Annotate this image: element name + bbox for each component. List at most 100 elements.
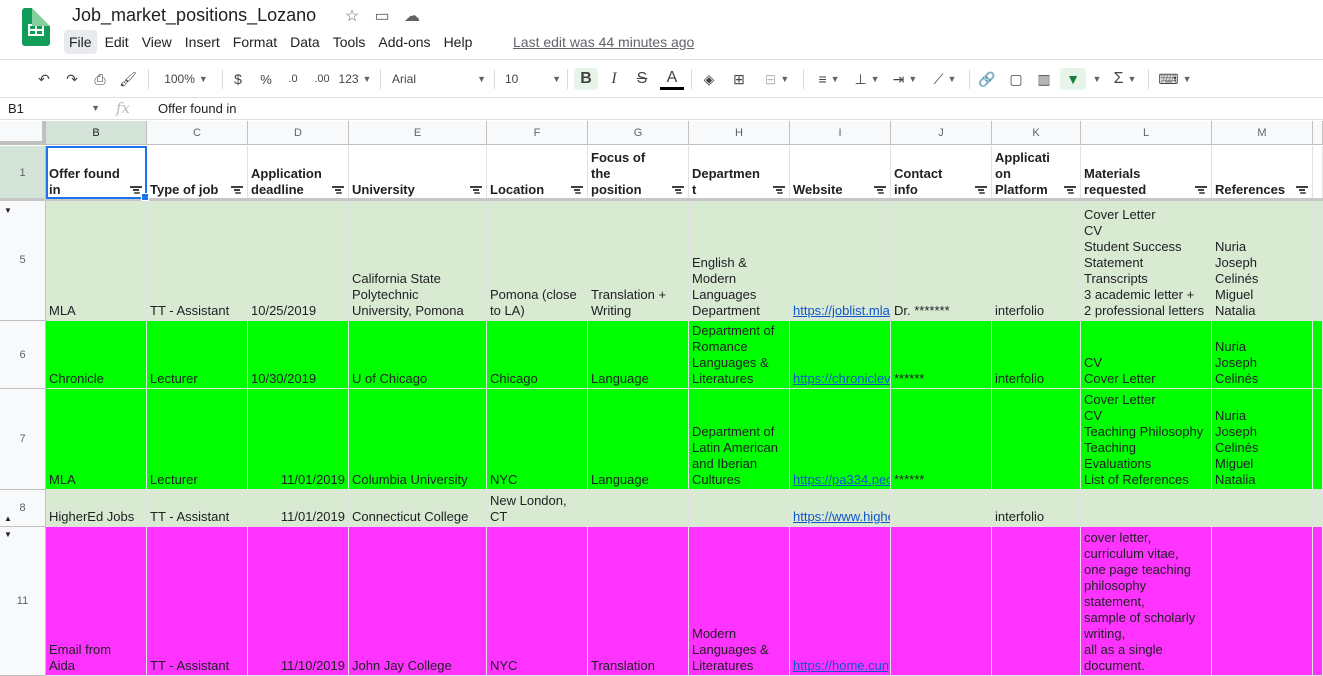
cell-f-5[interactable]: Pomona (close to LA) (487, 200, 588, 321)
cell-j-11[interactable] (891, 527, 992, 676)
cell-f-7[interactable]: NYC (487, 389, 588, 490)
cell-c-11[interactable]: TT - Assistant (147, 527, 248, 676)
cell-d-7[interactable]: 11/01/2019 (248, 389, 349, 490)
cell-m-11[interactable] (1212, 527, 1313, 676)
undo-icon[interactable]: ↶ (33, 68, 55, 90)
redo-icon[interactable]: ↷ (61, 68, 83, 90)
cell-e-6[interactable]: U of Chicago (349, 321, 487, 389)
cell-d-8[interactable]: 11/01/2019 (248, 490, 349, 527)
header-cell-h[interactable]: Departmen t (689, 146, 790, 200)
column-header-b[interactable]: B (46, 121, 147, 145)
cell-l-7[interactable]: Cover Letter CV Teaching Philosophy Teachin… (1081, 389, 1212, 490)
functions-button[interactable]: Σ ▼ (1108, 68, 1142, 90)
column-header-k[interactable]: K (992, 121, 1081, 145)
cell-k-7[interactable] (992, 389, 1081, 490)
column-header-l[interactable]: L (1081, 121, 1212, 145)
cell-h-8[interactable] (689, 490, 790, 527)
filter-icon[interactable] (773, 186, 785, 194)
insert-chart-icon[interactable]: ▥ (1033, 68, 1055, 90)
print-icon[interactable]: ⎙ (89, 68, 111, 90)
move-folder-icon[interactable]: ▭ (372, 6, 392, 26)
last-edit-link[interactable]: Last edit was 44 minutes ago (513, 34, 694, 50)
website-link[interactable]: https://chroniclevitae.com (793, 371, 890, 387)
horizontal-align-icon[interactable]: ≡ ▼ (812, 68, 846, 90)
cell-i-8[interactable]: https://www.higheredjobs.com/details (790, 490, 891, 527)
increase-decimal-button[interactable]: .00 (310, 68, 334, 90)
header-cell-l[interactable]: Materials requested (1081, 146, 1212, 200)
cell-k-6[interactable]: interfolio (992, 321, 1081, 389)
cell-g-5[interactable]: Translation + Writing (588, 200, 689, 321)
cell-h-6[interactable]: Department of Romance Languages & Literatur… (689, 321, 790, 389)
filter-menu-chevron-icon[interactable]: ▼ (1088, 68, 1102, 90)
cell-c-6[interactable]: Lecturer (147, 321, 248, 389)
collapse-group-icon[interactable]: ▼ (4, 530, 12, 539)
cell-b-6[interactable]: Chronicle (46, 321, 147, 389)
cell-f-8[interactable]: New London, CT (487, 490, 588, 527)
cell-j-7[interactable]: ****** (891, 389, 992, 490)
filter-icon[interactable] (1296, 186, 1308, 194)
menu-addons[interactable]: Add-ons (373, 30, 435, 54)
text-rotation-icon[interactable]: ⟋ ▼ (928, 68, 962, 90)
header-cell-i[interactable]: Website (790, 146, 891, 200)
filter-icon[interactable] (231, 186, 243, 194)
cell-j-5[interactable]: Dr. ******* (891, 200, 992, 321)
cell-l-5[interactable]: Cover Letter CV Student Success Statement Tr… (1081, 200, 1212, 321)
cell-c-7[interactable]: Lecturer (147, 389, 248, 490)
name-box[interactable]: B1 ▼ (8, 101, 100, 116)
cell-b-8[interactable]: HigherEd Jobs (46, 490, 147, 527)
website-link[interactable]: https://pa334.peopleadmin.com (793, 472, 890, 488)
row-header-7[interactable]: 7 (0, 389, 46, 490)
cell-m-5[interactable]: Nuria Joseph Celinés Miguel Natalia (1212, 200, 1313, 321)
italic-button[interactable]: I (603, 68, 625, 90)
filter-icon[interactable] (672, 186, 684, 194)
cell-f-11[interactable]: NYC (487, 527, 588, 676)
menu-tools[interactable]: Tools (328, 30, 371, 54)
input-tools-icon[interactable]: ⌨ ▼ (1156, 68, 1194, 90)
column-header-d[interactable]: D (248, 121, 349, 145)
header-cell-b[interactable]: Offer found in (46, 146, 147, 200)
column-header-f[interactable]: F (487, 121, 588, 145)
sheets-logo-icon[interactable] (22, 8, 50, 46)
cell-i-7[interactable]: https://pa334.peopleadmin.com (790, 389, 891, 490)
menu-data[interactable]: Data (285, 30, 325, 54)
filter-icon[interactable] (571, 186, 583, 194)
font-size-select[interactable]: 10 ▼ (505, 68, 561, 90)
header-cell-g[interactable]: Focus of the position (588, 146, 689, 200)
formula-input[interactable]: Offer found in (158, 101, 237, 116)
cell-d-5[interactable]: 10/25/2019 (248, 200, 349, 321)
borders-icon[interactable]: ⊞ (728, 68, 750, 90)
cell-e-5[interactable]: California State Polytechnic University, P… (349, 200, 487, 321)
cell-l-11[interactable]: cover letter, curriculum vitae, one page t… (1081, 527, 1212, 676)
cell-e-8[interactable]: Connecticut College (349, 490, 487, 527)
paint-format-icon[interactable]: 🖌 (117, 68, 139, 90)
header-cell-e[interactable]: University (349, 146, 487, 200)
cell-h-7[interactable]: Department of Latin American and Iberian Cu… (689, 389, 790, 490)
cell-k-8[interactable]: interfolio (992, 490, 1081, 527)
cell-b-11[interactable]: Email from Aida (46, 527, 147, 676)
insert-link-icon[interactable]: 🔗 (976, 68, 998, 90)
filter-icon[interactable] (130, 186, 142, 194)
column-header-e[interactable]: E (349, 121, 487, 145)
cell-g-8[interactable] (588, 490, 689, 527)
cell-h-11[interactable]: Modern Languages & Literatures (689, 527, 790, 676)
filter-icon[interactable] (470, 186, 482, 194)
filter-icon[interactable] (1195, 186, 1207, 194)
cell-b-7[interactable]: MLA (46, 389, 147, 490)
cell-l-6[interactable]: CV Cover Letter (1081, 321, 1212, 389)
fill-color-icon[interactable]: ◈ (698, 68, 720, 90)
filter-icon[interactable] (332, 186, 344, 194)
cell-l-8[interactable] (1081, 490, 1212, 527)
collapse-group-icon[interactable]: ▼ (4, 206, 12, 215)
insert-comment-icon[interactable]: ▢ (1005, 68, 1027, 90)
collapse-group-icon[interactable]: ▲ (4, 514, 12, 523)
cell-h-5[interactable]: English & Modern Languages Department (689, 200, 790, 321)
menu-edit[interactable]: Edit (100, 30, 134, 54)
header-cell-c[interactable]: Type of job (147, 146, 248, 200)
cell-k-5[interactable]: interfolio (992, 200, 1081, 321)
menu-help[interactable]: Help (439, 30, 478, 54)
column-header-h[interactable]: H (689, 121, 790, 145)
filter-icon[interactable] (1064, 186, 1076, 194)
filter-icon[interactable] (874, 186, 886, 194)
more-formats-select[interactable]: 123 ▼ (338, 68, 372, 90)
vertical-align-icon[interactable]: ⊥ ▼ (850, 68, 884, 90)
